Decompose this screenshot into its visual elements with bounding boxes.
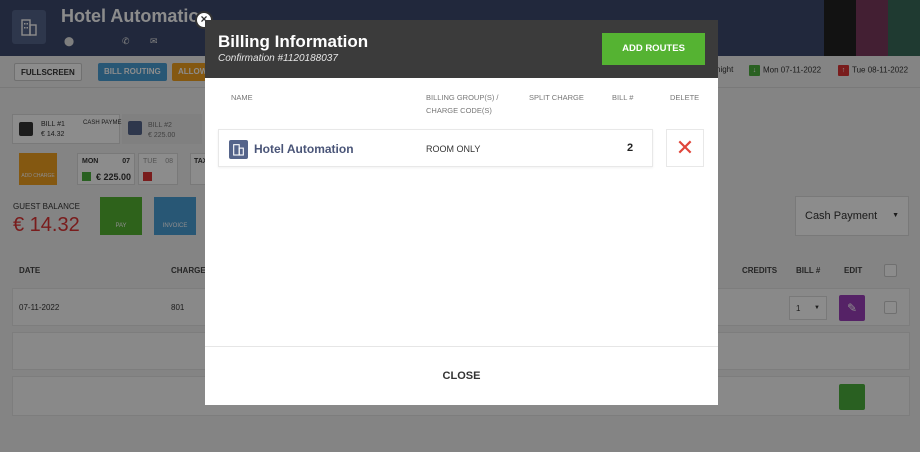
modal-footer: CLOSE: [205, 346, 718, 405]
building-icon: [233, 144, 244, 156]
col-split-charge: SPLIT CHARGE: [529, 93, 584, 102]
delete-route-button[interactable]: ✕: [666, 129, 704, 167]
col-name: NAME: [231, 93, 253, 102]
hotel-logo-icon: [229, 140, 248, 159]
add-routes-button[interactable]: ADD ROUTES: [602, 33, 705, 65]
col-delete: DELETE: [670, 93, 700, 102]
route-bill-number: 2: [627, 142, 634, 154]
billing-information-modal: Billing Information Confirmation #112018…: [205, 20, 718, 405]
close-button[interactable]: CLOSE: [205, 347, 718, 406]
route-row[interactable]: Hotel Automation ROOM ONLY 2: [218, 129, 653, 167]
confirmation-number: Confirmation #1120188037: [218, 53, 338, 64]
close-icon: ✕: [675, 135, 695, 160]
col-bill-number: BILL #: [612, 93, 634, 102]
modal-header: Billing Information Confirmation #112018…: [205, 20, 718, 78]
col-billing-group-line1: BILLING GROUP(S) /: [426, 93, 499, 102]
col-billing-group: BILLING GROUP(S) / CHARGE CODE(S): [426, 91, 499, 117]
col-billing-group-line2: CHARGE CODE(S): [426, 106, 492, 115]
route-name: Hotel Automation: [254, 142, 354, 156]
route-billing-group: ROOM ONLY: [426, 144, 481, 154]
modal-title: Billing Information: [218, 32, 369, 51]
